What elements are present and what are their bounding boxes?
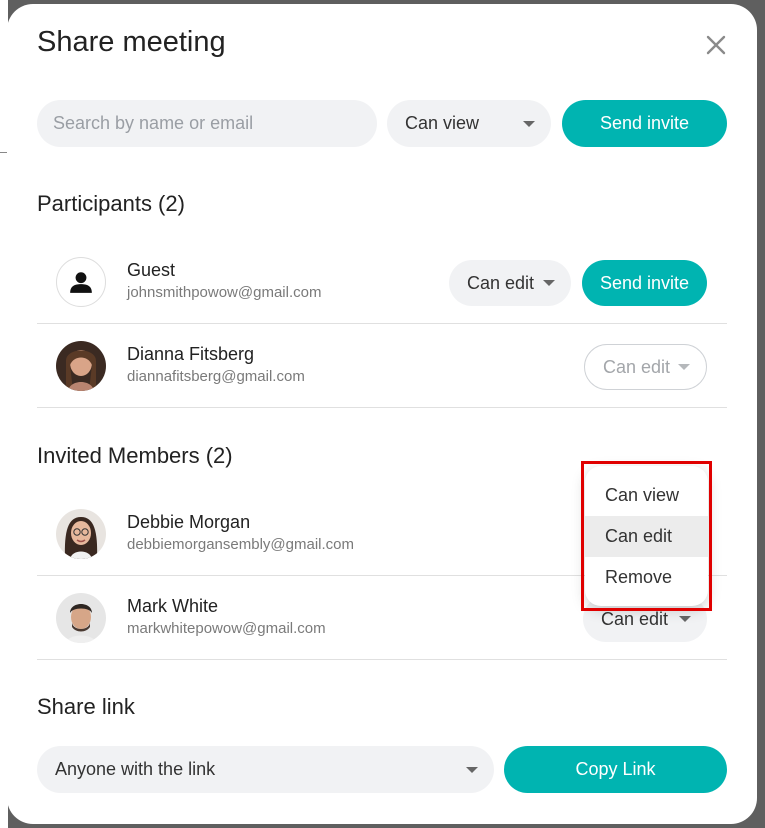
chevron-down-icon — [679, 616, 691, 622]
avatar — [56, 257, 106, 307]
participant-email: johnsmithpowow@gmail.com — [127, 284, 322, 301]
close-button[interactable] — [699, 28, 733, 62]
participant-row: Guest johnsmithpowow@gmail.com Can edit … — [37, 240, 727, 324]
participant-row: Dianna Fitsberg diannafitsberg@gmail.com… — [37, 324, 727, 408]
person-photo-icon — [56, 341, 106, 391]
member-permission-label: Can edit — [601, 608, 669, 629]
participant-email: diannafitsberg@gmail.com — [127, 368, 305, 385]
participant-name: Guest — [127, 260, 176, 280]
member-email: debbiemorgansembly@gmail.com — [127, 536, 354, 553]
chevron-down-icon — [543, 280, 555, 286]
menu-item-can-view[interactable]: Can view — [585, 475, 708, 516]
participant-send-invite-button[interactable]: Send invite — [582, 260, 707, 306]
person-photo-icon — [56, 509, 106, 559]
chevron-down-icon — [466, 766, 478, 773]
participant-permission-label: Can edit — [467, 272, 535, 293]
search-input[interactable] — [37, 100, 377, 147]
share-link-heading: Share link — [37, 694, 135, 719]
avatar — [56, 593, 106, 643]
chevron-down-icon — [523, 120, 535, 127]
send-invite-button[interactable]: Send invite — [562, 100, 727, 147]
copy-link-button[interactable]: Copy Link — [504, 746, 727, 793]
participant-permission-label: Can edit — [603, 356, 671, 377]
avatar — [56, 341, 106, 391]
link-access-select[interactable]: Anyone with the link — [37, 746, 494, 793]
menu-item-can-edit[interactable]: Can edit — [585, 516, 708, 557]
share-meeting-dialog: Share meeting Can view Send invite Parti… — [7, 4, 757, 824]
participant-permission-select: Can edit — [584, 344, 707, 390]
user-icon — [70, 272, 92, 293]
participant-permission-select[interactable]: Can edit — [449, 260, 571, 306]
menu-item-remove[interactable]: Remove — [585, 557, 708, 598]
member-name: Debbie Morgan — [127, 512, 251, 532]
link-access-label: Anyone with the link — [55, 759, 216, 779]
member-name: Mark White — [127, 596, 219, 616]
dialog-title: Share meeting — [37, 26, 226, 58]
person-photo-icon — [56, 593, 106, 643]
chevron-down-icon — [678, 364, 690, 370]
participant-name: Dianna Fitsberg — [127, 344, 255, 364]
invited-members-heading: Invited Members (2) — [37, 443, 233, 468]
member-email: markwhitepowow@gmail.com — [127, 620, 326, 637]
permission-dropdown-menu: Can view Can edit Remove — [585, 466, 708, 606]
avatar — [56, 509, 106, 559]
invite-permission-label: Can view — [405, 113, 480, 133]
invite-permission-select[interactable]: Can view — [387, 100, 551, 147]
close-icon — [706, 35, 726, 55]
participants-heading: Participants (2) — [37, 191, 185, 216]
